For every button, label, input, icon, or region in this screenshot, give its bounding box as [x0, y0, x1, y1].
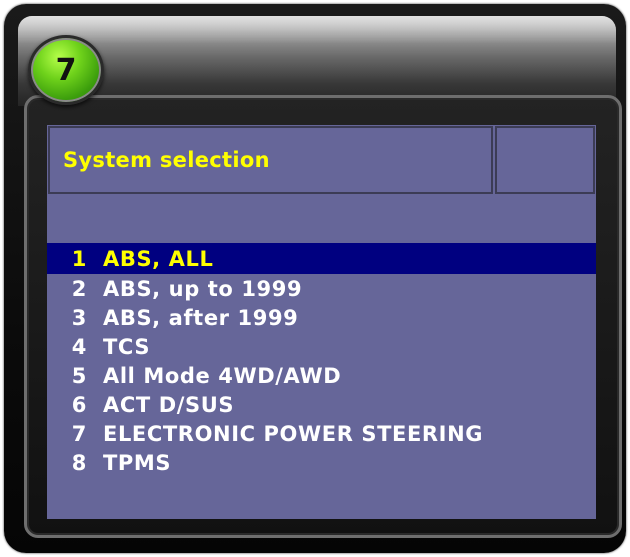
top-bezel: [18, 16, 616, 106]
item-label: TPMS: [103, 450, 172, 475]
screen-title: System selection: [63, 148, 270, 172]
list-item-abs-after-1999[interactable]: 3 ABS, after 1999: [47, 303, 596, 332]
item-number: 5: [71, 363, 87, 388]
title-row: System selection: [47, 125, 596, 195]
item-number: 3: [71, 305, 87, 330]
list-item-all-mode-4wd-awd[interactable]: 5 All Mode 4WD/AWD: [47, 361, 596, 390]
item-label: All Mode 4WD/AWD: [103, 363, 342, 388]
list-item-abs-up-to-1999[interactable]: 2 ABS, up to 1999: [47, 274, 596, 303]
list-item-abs-all[interactable]: 1 ABS, ALL: [47, 243, 596, 274]
item-label: ELECTRONIC POWER STEERING: [103, 421, 484, 446]
item-label: ABS, after 1999: [103, 305, 299, 330]
item-label: ABS, ALL: [103, 246, 214, 271]
list-item-electronic-power-steering[interactable]: 7 ELECTRONIC POWER STEERING: [47, 419, 596, 448]
item-number: 8: [71, 450, 87, 475]
item-number: 7: [71, 421, 87, 446]
item-number: 1: [71, 246, 87, 271]
step-number-badge: 7: [28, 35, 104, 105]
display-screen: System selection 1 ABS, ALL 2 ABS, up to…: [47, 125, 596, 519]
item-number: 4: [71, 334, 87, 359]
list-item-act-d-sus[interactable]: 6 ACT D/SUS: [47, 390, 596, 419]
item-number: 6: [71, 392, 87, 417]
item-label: TCS: [103, 334, 151, 359]
list-item-tcs[interactable]: 4 TCS: [47, 332, 596, 361]
item-label: ABS, up to 1999: [103, 276, 303, 301]
title-side-cell: [495, 126, 595, 194]
title-cell: System selection: [48, 126, 493, 194]
item-label: ACT D/SUS: [103, 392, 235, 417]
item-number: 2: [71, 276, 87, 301]
system-list: 1 ABS, ALL 2 ABS, up to 1999 3 ABS, afte…: [47, 243, 596, 477]
list-item-tpms[interactable]: 8 TPMS: [47, 448, 596, 477]
